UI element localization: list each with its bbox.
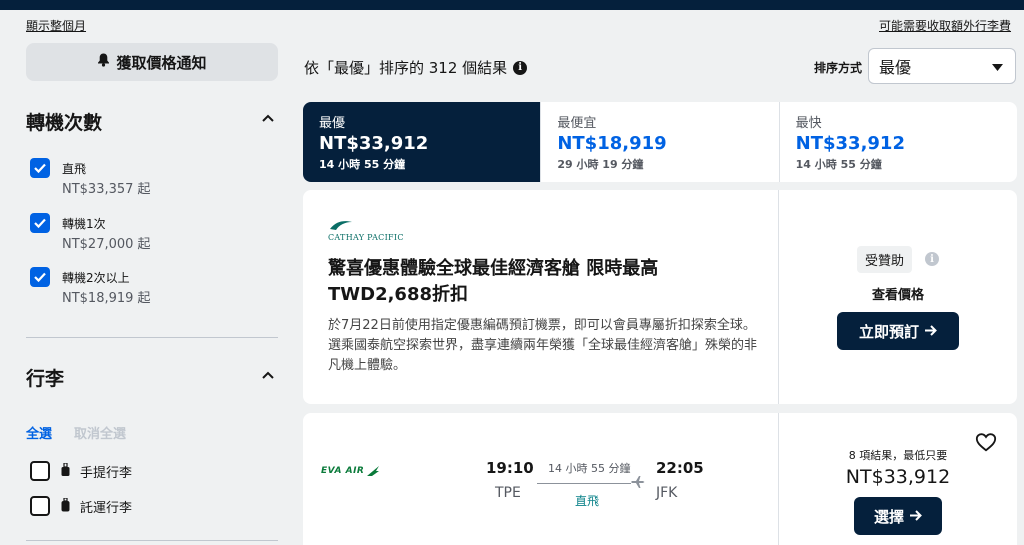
stops-option-one-stop[interactable]: 轉機1次 NT$27,000 起 xyxy=(30,213,151,254)
tab-price: NT$33,912 xyxy=(795,133,905,154)
baggage-fee-link[interactable]: 可能需要收取額外行李費 xyxy=(879,17,1011,34)
airline-name: EVA AIR xyxy=(321,466,365,476)
route-line xyxy=(537,483,631,484)
option-price: NT$18,919 起 xyxy=(62,291,151,306)
sort-tabs: 最優 NT$33,912 14 小時 55 分鐘 最便宜 NT$18,919 2… xyxy=(303,102,1017,182)
ad-body: 於7月22日前使用指定優惠編碼預訂機票，即可以會員專屬折扣探索全球。選乘國泰航空… xyxy=(328,318,758,373)
tab-best[interactable]: 最優 NT$33,912 14 小時 55 分鐘 xyxy=(303,102,542,182)
book-now-button[interactable]: 立即預訂 xyxy=(837,312,959,350)
sidebar-divider xyxy=(26,540,278,541)
sponsored-ad-card[interactable]: CATHAY PACIFIC 驚喜優惠體驗全球最佳經濟客艙 限時最高TWD2,6… xyxy=(303,190,1017,404)
tab-duration: 14 小時 55 分鐘 xyxy=(795,158,882,171)
caret-down-icon xyxy=(992,61,1003,74)
view-price-text: 查看價格 xyxy=(871,288,924,303)
arrival-airport: JFK xyxy=(656,485,678,501)
arrow-right-icon xyxy=(925,322,937,340)
checkbox-checked[interactable] xyxy=(30,267,50,287)
select-flight-button[interactable]: 選擇 xyxy=(854,497,942,535)
checkmark-icon xyxy=(34,163,46,174)
tab-cheapest[interactable]: 最便宜 NT$18,919 29 小時 19 分鐘 xyxy=(541,102,780,182)
option-label: 轉機1次 xyxy=(62,217,106,231)
tab-label: 最優 xyxy=(319,116,346,131)
checkmark-icon xyxy=(34,272,46,283)
cathay-pacific-wordmark: CATHAY PACIFIC xyxy=(328,233,404,242)
tab-fastest[interactable]: 最快 NT$33,912 14 小時 55 分鐘 xyxy=(780,102,1017,182)
price-alert-button[interactable]: 獲取價格通知 xyxy=(26,43,278,81)
baggage-option-cabin[interactable]: 手提行李 xyxy=(30,461,132,481)
results-count: 依「最優」排序的 312 個結果 i xyxy=(304,57,528,78)
tab-price: NT$33,912 xyxy=(319,133,429,154)
option-label: 直飛 xyxy=(62,162,87,176)
checkbox-checked[interactable] xyxy=(30,213,50,233)
option-price: NT$27,000 起 xyxy=(62,237,151,252)
top-nav-bar xyxy=(0,0,1024,10)
flight-price: NT$33,912 xyxy=(845,466,951,488)
chevron-up-icon[interactable] xyxy=(262,368,274,382)
ad-headline: 驚喜優惠體驗全球最佳經濟客艙 限時最高TWD2,688折扣 xyxy=(328,258,659,305)
tab-label: 最便宜 xyxy=(557,116,597,131)
bell-icon xyxy=(97,53,110,71)
deselect-all-link[interactable]: 取消全選 xyxy=(74,423,126,442)
option-label: 託運行李 xyxy=(80,500,133,516)
tab-price: NT$18,919 xyxy=(557,133,667,154)
cabin-bag-icon xyxy=(60,461,70,480)
tab-duration: 14 小時 55 分鐘 xyxy=(319,158,406,171)
checkmark-icon xyxy=(34,218,46,229)
sort-dropdown[interactable]: 最優 xyxy=(868,48,1016,84)
select-all-link[interactable]: 全選 xyxy=(26,423,52,442)
price-alert-label: 獲取價格通知 xyxy=(116,53,207,72)
option-price: NT$33,357 起 xyxy=(62,182,151,197)
baggage-option-checked[interactable]: 託運行李 xyxy=(30,496,132,516)
checkbox-checked[interactable] xyxy=(30,158,50,178)
eva-air-logo: EVA AIR xyxy=(321,465,380,477)
sidebar-divider xyxy=(26,337,278,338)
checked-bag-icon xyxy=(60,496,70,515)
departure-airport: TPE xyxy=(495,485,521,501)
stops-option-two-plus[interactable]: 轉機2次以上 NT$18,919 起 xyxy=(30,267,151,308)
option-label: 轉機2次以上 xyxy=(62,271,130,285)
checkbox-unchecked[interactable] xyxy=(30,496,50,516)
sort-value: 最優 xyxy=(879,58,912,77)
tab-duration: 29 小時 19 分鐘 xyxy=(557,158,644,171)
arrival-time: 22:05 xyxy=(656,459,704,477)
stops-option-direct[interactable]: 直飛 NT$33,357 起 xyxy=(30,158,151,199)
stops-filter-title: 轉機次數 xyxy=(26,112,103,134)
tab-label: 最快 xyxy=(795,116,822,131)
checkbox-unchecked[interactable] xyxy=(30,461,50,481)
results-count-text: 依「最優」排序的 312 個結果 xyxy=(304,59,508,77)
chevron-up-icon[interactable] xyxy=(262,111,274,125)
book-now-label: 立即預訂 xyxy=(858,322,919,341)
departure-time: 19:10 xyxy=(486,459,534,477)
show-whole-month-link[interactable]: 顯示整個月 xyxy=(26,17,86,34)
select-label: 選擇 xyxy=(873,507,904,526)
info-icon[interactable]: i xyxy=(925,252,939,266)
baggage-filter-title: 行李 xyxy=(26,368,65,390)
plane-icon xyxy=(631,475,645,493)
option-label: 手提行李 xyxy=(80,465,133,481)
arrow-right-icon xyxy=(910,507,922,525)
deals-count: 8 項結果，最低只要 xyxy=(848,449,948,462)
stops-label: 直飛 xyxy=(575,494,600,508)
flight-result-card[interactable]: EVA AIR 19:10 TPE 14 小時 55 分鐘 直飛 22:05 J… xyxy=(303,413,1017,545)
info-icon[interactable]: i xyxy=(513,60,528,75)
sort-label: 排序方式 xyxy=(814,61,863,75)
sponsored-badge: 受贊助 xyxy=(857,246,913,273)
flight-duration: 14 小時 55 分鐘 xyxy=(548,462,631,475)
